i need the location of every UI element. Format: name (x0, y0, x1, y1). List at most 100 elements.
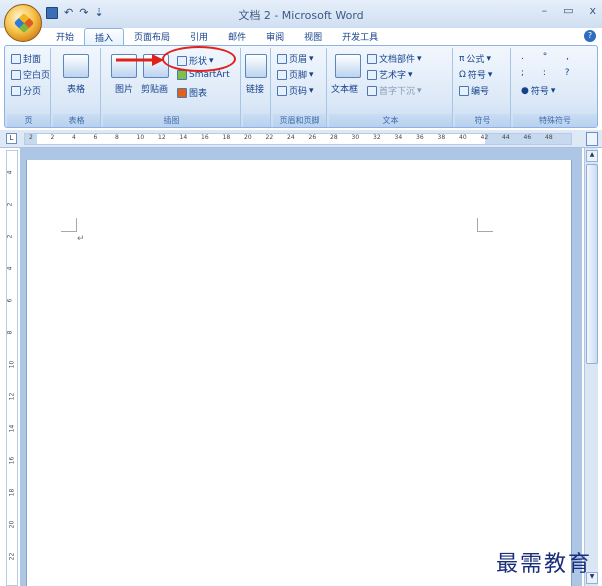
chart-icon (177, 87, 187, 98)
dropcap-button[interactable]: 首字下沉 ▾ (367, 84, 422, 97)
ruler-tick-label: 32 (373, 134, 381, 141)
window-controls: – ▭ x (542, 4, 596, 17)
tab-insert[interactable]: 插入 (84, 28, 125, 45)
special-symbols-row-2[interactable]: ; : ? (521, 68, 578, 78)
quick-parts-icon (367, 53, 377, 64)
symbol-button[interactable]: Ω 符号 ▾ (459, 68, 492, 82)
footer-button[interactable]: 页脚 ▾ (277, 68, 314, 81)
page-number-button[interactable]: 页码 ▾ (277, 84, 314, 97)
link-icon[interactable] (245, 54, 267, 78)
omega-icon: Ω (459, 69, 466, 80)
chart-button[interactable]: 图表 (177, 86, 207, 99)
ruler-tick-label: 2 (29, 134, 33, 141)
special-symbol-button[interactable]: ● 符号 ▾ (521, 84, 555, 98)
group-label-links (243, 114, 270, 127)
view-ruler-button[interactable] (586, 132, 598, 146)
links-button-label[interactable]: 链接 (246, 82, 264, 95)
ruler-tick-label: 20 (244, 134, 252, 141)
tab-review[interactable]: 审阅 (256, 28, 294, 45)
header-button[interactable]: 页眉 ▾ (277, 52, 314, 65)
ruler-tick-label: 18 (8, 488, 16, 497)
maximize-button[interactable]: ▭ (563, 4, 573, 17)
table-icon[interactable] (63, 54, 89, 78)
ruler-tick-label: 10 (136, 134, 145, 141)
quick-parts-button[interactable]: 文档部件 ▾ (367, 52, 422, 65)
ribbon-tabs: 开始 插入 页面布局 引用 邮件 审阅 视图 开发工具 (46, 28, 388, 45)
ruler-tick-label: 16 (8, 456, 16, 465)
paragraph-mark: ↵ (77, 234, 85, 244)
special-symbols-row-1[interactable]: . ° , (521, 52, 577, 62)
group-label-header-footer: 页眉和页脚 (273, 114, 326, 127)
ruler-tick-label: 20 (8, 520, 16, 529)
vertical-scrollbar[interactable]: ▲ ▼ (584, 148, 598, 586)
office-logo-icon (13, 12, 35, 34)
header-icon (277, 53, 287, 64)
group-label-text: 文本 (329, 114, 452, 127)
tab-page-layout[interactable]: 页面布局 (124, 28, 180, 45)
tab-home[interactable]: 开始 (46, 28, 84, 45)
ruler-tick-label: 2 (6, 202, 14, 207)
vertical-ruler[interactable]: 4 2 2 4 6 8 10 12 14 16 18 20 22 (6, 150, 18, 586)
ruler-tick-label: 38 (437, 134, 446, 141)
ruler-tick-label: 8 (115, 134, 119, 141)
picture-button-label[interactable]: 图片 (115, 82, 133, 95)
ruler-tick-label: 30 (351, 134, 360, 141)
horizontal-ruler[interactable]: 2 2 4 6 8 10 12 14 16 18 20 22 24 26 28 30 32 34 36 38 40 42 4… (24, 133, 572, 145)
group-links: 链接 (243, 48, 271, 127)
margin-corner-top-left (61, 218, 77, 232)
tab-view[interactable]: 视图 (294, 28, 332, 45)
group-label-illustrations: 插图 (103, 114, 240, 127)
scroll-thumb[interactable] (586, 164, 598, 364)
blank-page-icon (11, 69, 21, 80)
tab-references[interactable]: 引用 (180, 28, 218, 45)
tab-selector-button[interactable]: L (6, 133, 17, 144)
cover-page-icon (11, 53, 21, 64)
ruler-tick-label: 46 (523, 134, 532, 141)
ruler-tick-label: 2 (6, 234, 14, 239)
ruler-tick-label: 16 (201, 134, 209, 141)
smartart-icon (177, 70, 187, 80)
ruler-tick-label: 8 (6, 330, 14, 335)
dropcap-icon (367, 85, 377, 96)
numbering-icon (459, 85, 469, 96)
ruler-tick-label: 2 (50, 134, 55, 141)
page-break-button[interactable]: 分页 (11, 84, 41, 97)
equation-button[interactable]: π 公式 ▾ (459, 52, 491, 66)
ruler-tick-label: 24 (287, 134, 295, 141)
tab-developer[interactable]: 开发工具 (332, 28, 388, 45)
group-label-pages: 页 (7, 114, 50, 127)
watermark-text: 最需教育 (495, 552, 592, 577)
ruler-tick-label: 42 (480, 134, 489, 141)
page-break-icon (11, 85, 21, 96)
scroll-up-button[interactable]: ▲ (586, 150, 598, 162)
ruler-tick-label: 6 (93, 134, 98, 141)
tab-mailings[interactable]: 邮件 (218, 28, 256, 45)
numbering-button[interactable]: 编号 (459, 84, 489, 97)
help-icon[interactable]: ? (584, 30, 596, 42)
textbox-button-label[interactable]: 文本框 (331, 82, 358, 95)
ruler-tick-label: 36 (416, 134, 424, 141)
ruler-tick-label: 14 (179, 134, 188, 141)
ruler-tick-label: 34 (394, 134, 403, 141)
annotation-ellipse (162, 46, 236, 72)
group-table: 表格 表格 (53, 48, 101, 127)
textbox-icon[interactable] (335, 54, 361, 78)
wordart-button[interactable]: 艺术字 ▾ (367, 68, 413, 81)
ruler-tick-label: 10 (8, 360, 16, 369)
ruler-tick-label: 40 (459, 134, 467, 141)
minimize-button[interactable]: – (542, 4, 548, 17)
table-button-label[interactable]: 表格 (67, 82, 85, 95)
office-button[interactable] (4, 4, 42, 42)
ruler-tick-label: 12 (8, 392, 16, 401)
clipart-button-label[interactable]: 剪贴画 (141, 82, 168, 95)
ruler-tick-label: 48 (545, 134, 553, 141)
ruler-tick-label: 4 (6, 170, 14, 175)
close-button[interactable]: x (589, 4, 596, 17)
ruler-tick-label: 6 (6, 298, 14, 303)
ruler-tick-label: 14 (8, 424, 16, 433)
page-number-icon (277, 85, 287, 96)
document-page[interactable]: ↵ (26, 160, 572, 586)
cover-page-button[interactable]: 封面 (11, 52, 41, 65)
blank-page-button[interactable]: 空白页 (11, 68, 50, 81)
ruler-tick-label: 22 (265, 134, 274, 141)
